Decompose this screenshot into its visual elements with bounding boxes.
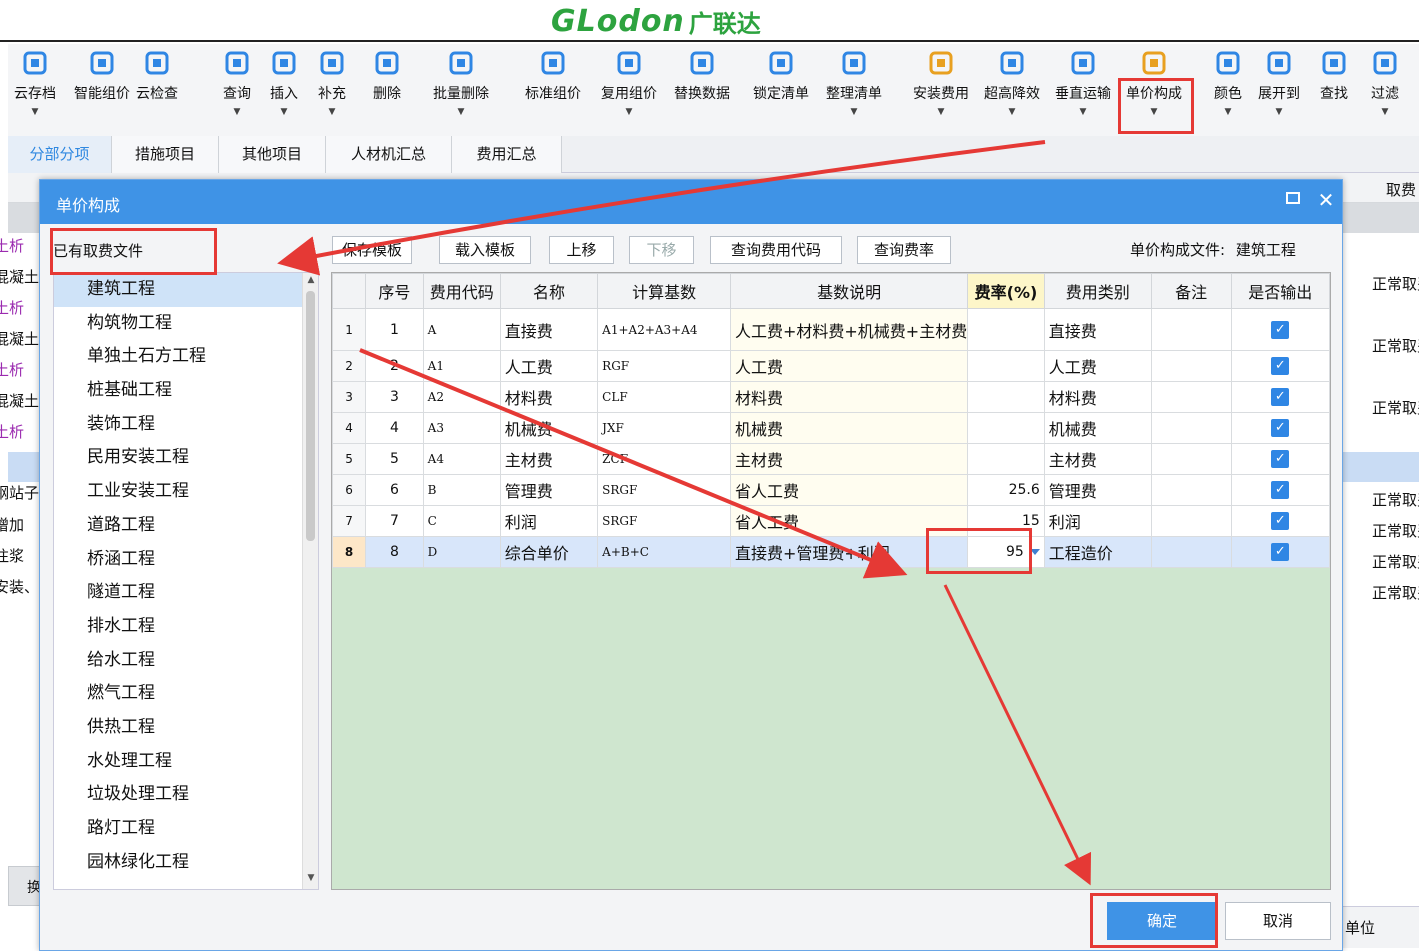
arrow-to-ok: [943, 584, 1092, 886]
arrow-to-rate: [359, 348, 908, 579]
annotation-arrows: [277, 140, 1092, 886]
arrow-to-file-list: [277, 140, 1046, 276]
